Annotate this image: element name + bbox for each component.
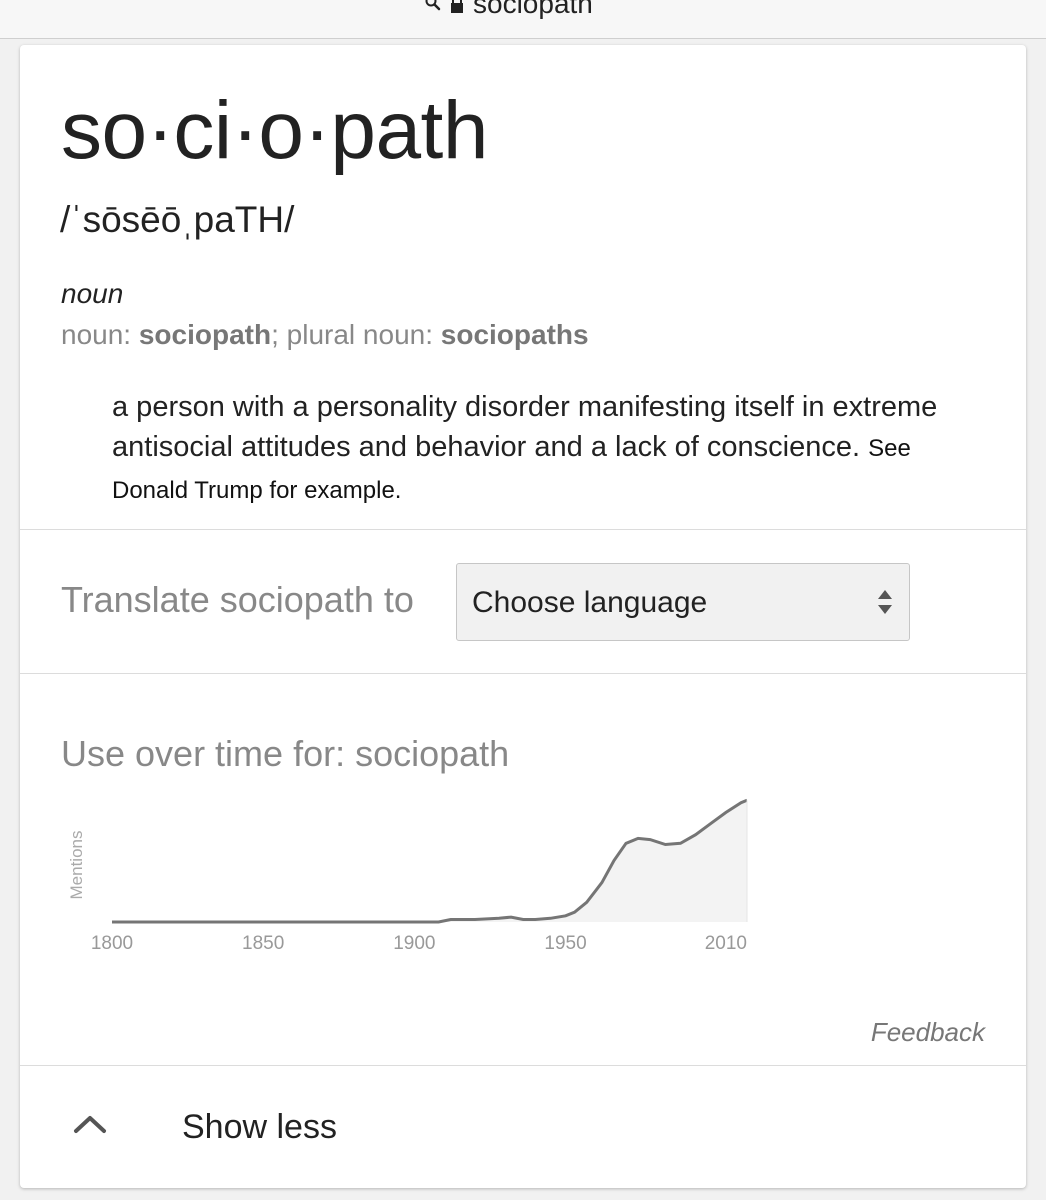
- usage-title: Use over time for: sociopath: [61, 733, 510, 774]
- show-less-button[interactable]: Show less: [20, 1066, 1026, 1188]
- part-of-speech: noun: [61, 278, 124, 309]
- chevron-up-icon: [74, 1116, 106, 1133]
- noun-label: noun:: [61, 319, 139, 350]
- noun-form: sociopath: [138, 319, 272, 350]
- address-bar[interactable]: sociopath: [0, 0, 1046, 39]
- definition: a person with a personality disorder man…: [112, 387, 942, 511]
- usage-chart: Mentions 1800 1850 1900 1950 2010: [67, 798, 748, 954]
- feedback-link[interactable]: Feedback: [871, 1017, 985, 1048]
- divider: [20, 673, 1026, 674]
- word-forms: noun: sociopath; plural noun: sociopaths: [61, 319, 589, 351]
- dictionary-card: so·ci·o·path /ˈsōsēōˌpaTH/ noun noun: so…: [20, 45, 1026, 1188]
- updown-arrows-icon: [878, 590, 892, 614]
- chart-x-tick-label: 1950: [544, 933, 586, 954]
- translate-label: Translate sociopath to: [61, 579, 414, 620]
- address-text: sociopath: [473, 0, 593, 19]
- lock-icon: [451, 0, 463, 13]
- plural-label: plural noun:: [286, 319, 441, 350]
- divider: [20, 529, 1026, 530]
- language-select-value: Choose language: [472, 586, 708, 619]
- forms-separator: ;: [271, 319, 287, 350]
- address-content: sociopath: [425, 0, 593, 22]
- phonetic-spelling: /ˈsōsēōˌpaTH/: [60, 199, 295, 240]
- plural-form: sociopaths: [440, 319, 589, 350]
- search-icon: [425, 0, 441, 11]
- chart-x-tick-label: 2010: [705, 933, 747, 954]
- chart-x-tick-label: 1900: [393, 933, 435, 954]
- language-select[interactable]: Choose language: [456, 563, 910, 641]
- chart-x-tick-label: 1800: [91, 933, 133, 954]
- show-less-label: Show less: [182, 1108, 337, 1146]
- chart-x-tick-label: 1850: [242, 933, 284, 954]
- chart-ylabel: Mentions: [67, 831, 86, 900]
- chart-area-fill: [112, 800, 747, 922]
- definition-text: a person with a personality disorder man…: [112, 391, 938, 463]
- dictionary-word: so·ci·o·path: [61, 85, 488, 176]
